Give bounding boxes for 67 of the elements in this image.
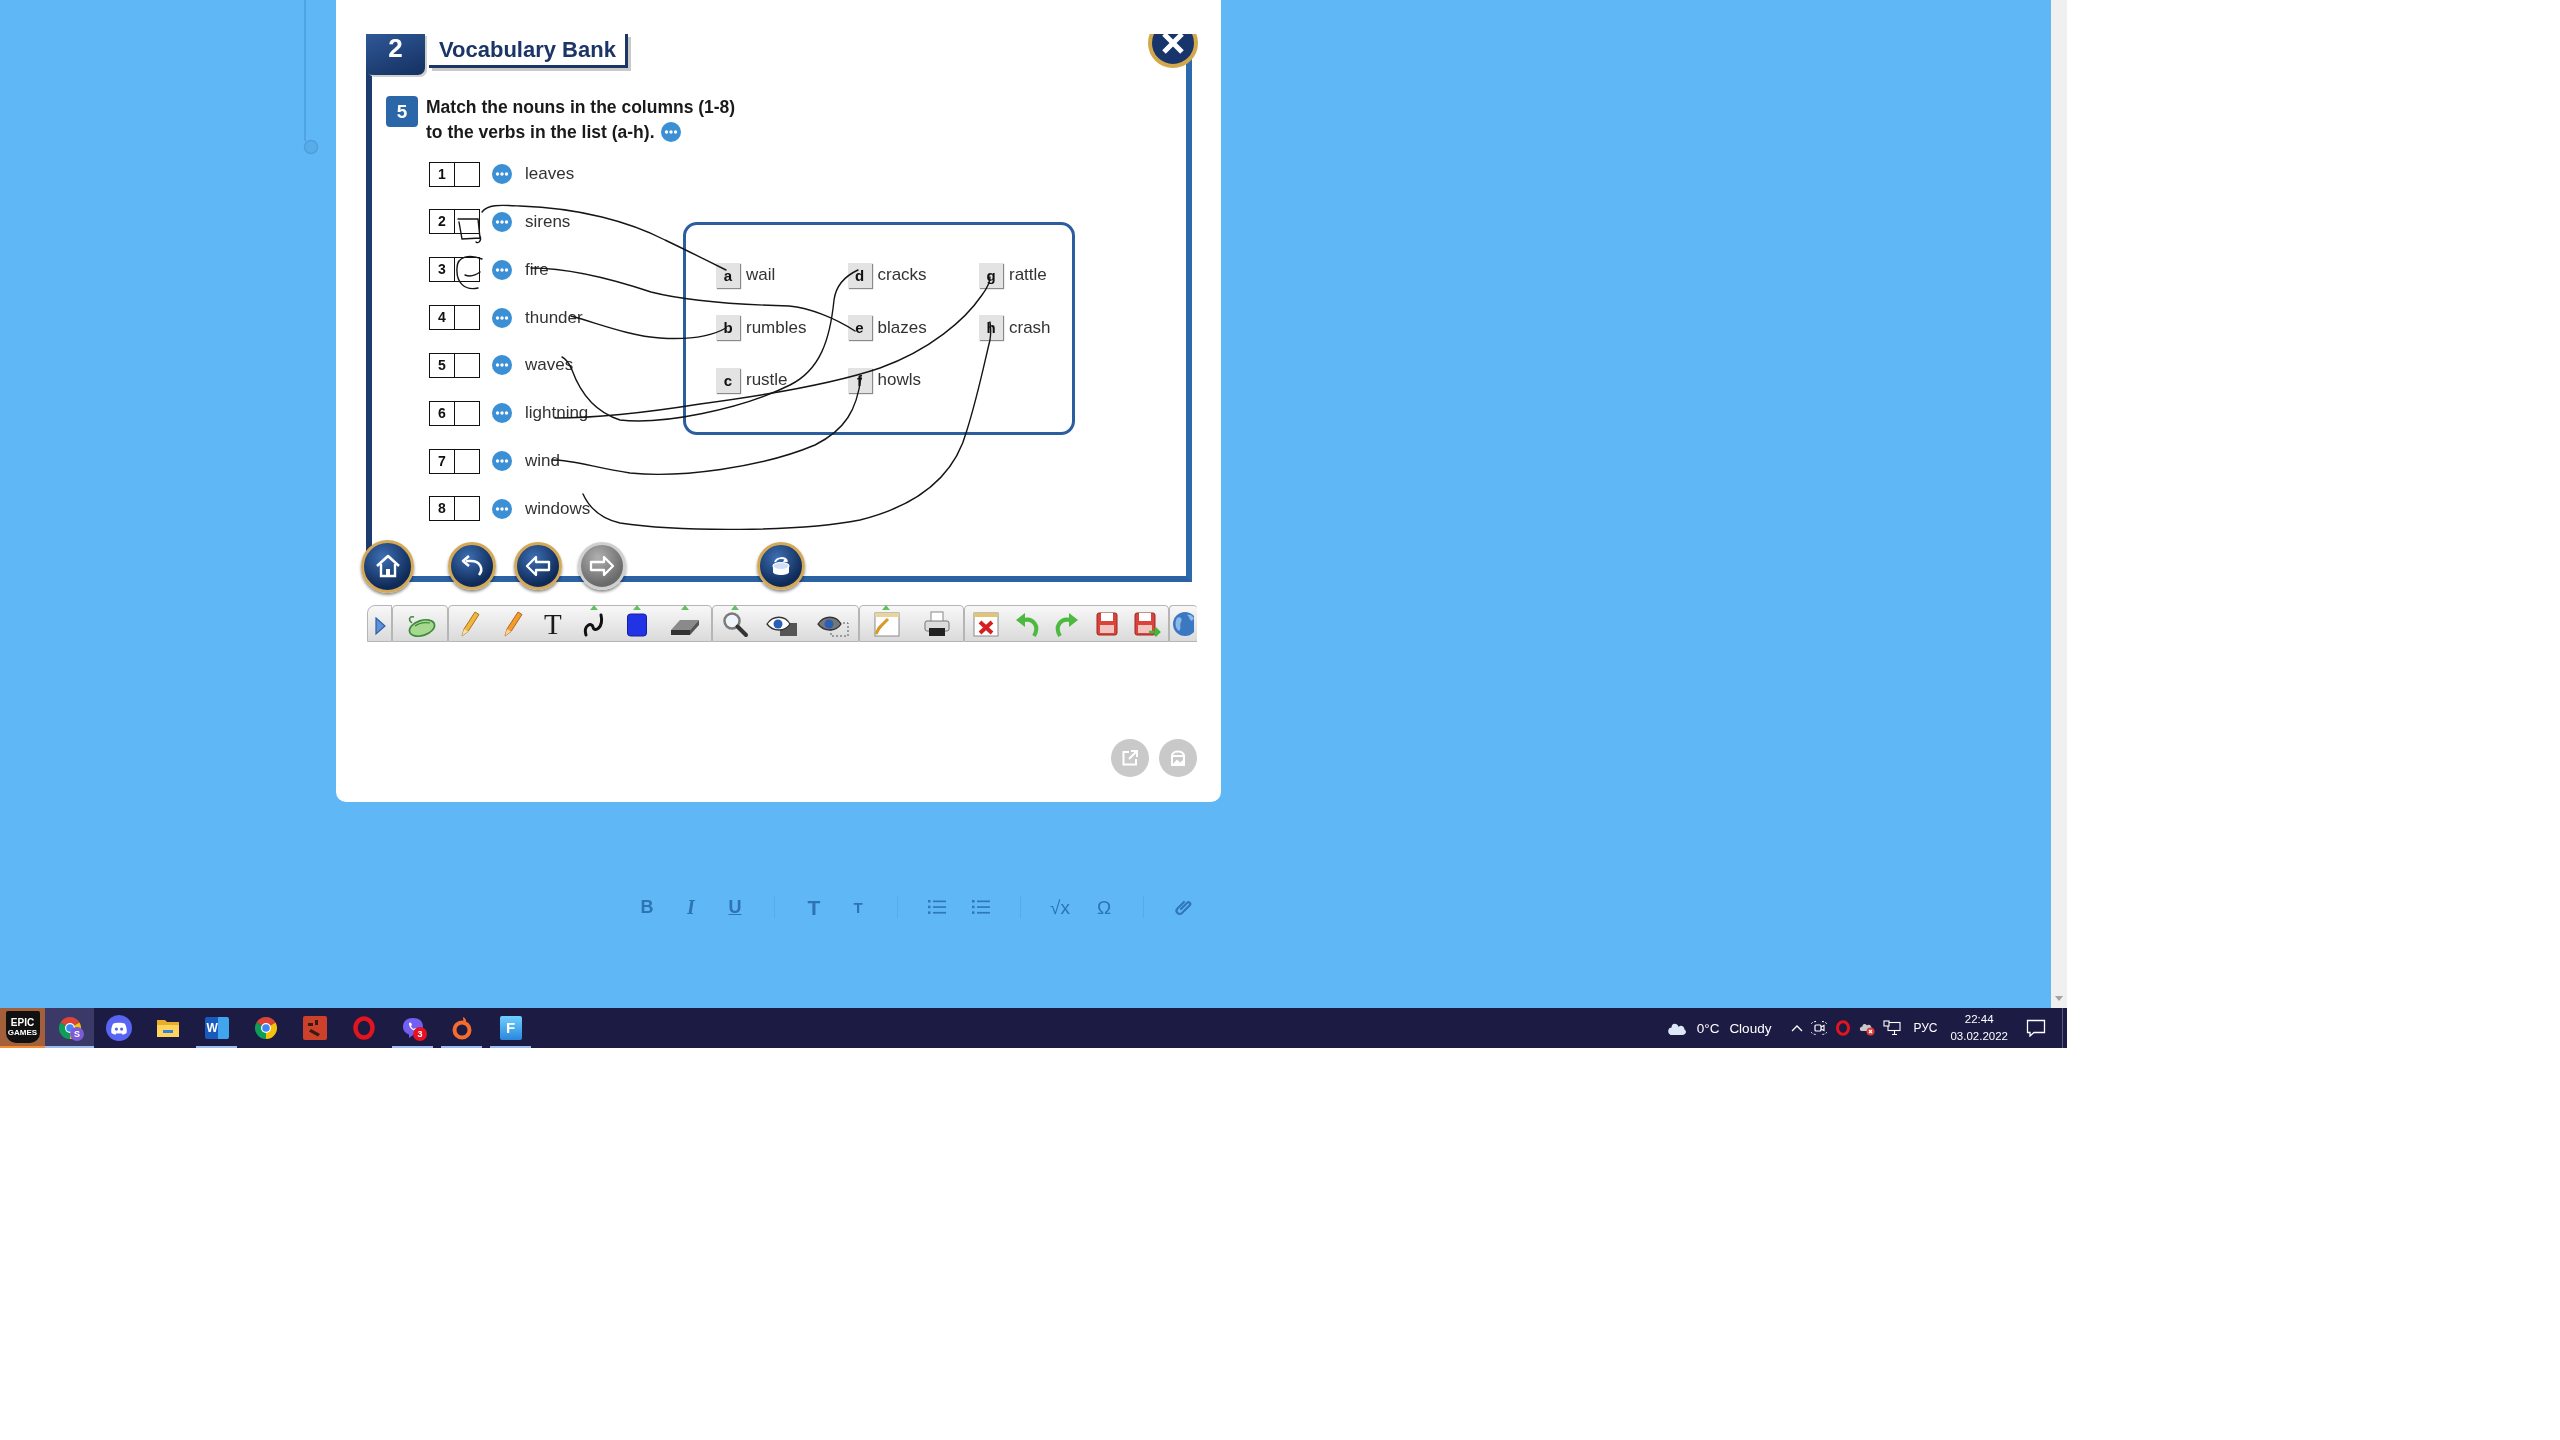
- clock-date[interactable]: 03.02.2022: [1950, 1028, 2008, 1045]
- taskbar-app-button[interactable]: W: [192, 1008, 241, 1048]
- notification-icon[interactable]: [2026, 1019, 2046, 1037]
- marker-icon[interactable]: [501, 610, 524, 638]
- controller-face-icon: [105, 1015, 132, 1041]
- document-logo: W: [204, 1017, 229, 1039]
- ellipsis-icon[interactable]: [660, 122, 681, 142]
- taskbar-app-button[interactable]: S: [45, 1008, 94, 1048]
- home-button[interactable]: [361, 539, 414, 593]
- reset-button[interactable]: [757, 542, 805, 590]
- close-button[interactable]: [1148, 34, 1198, 68]
- number-cell: 8: [429, 496, 455, 522]
- eye-dashed-frame-icon[interactable]: [815, 614, 850, 638]
- previous-button[interactable]: [514, 542, 562, 590]
- weather-text[interactable]: Cloudy: [1729, 1020, 1772, 1036]
- task-number-badge: 5: [386, 96, 418, 127]
- verb-word: rattle: [1009, 265, 1047, 285]
- magnifier-icon[interactable]: [721, 610, 750, 638]
- flame-ring-icon: [450, 1016, 473, 1040]
- square-logo-icon: [302, 1016, 327, 1040]
- arrow-left-icon: [525, 555, 551, 577]
- eye-screen-icon[interactable]: [765, 614, 800, 638]
- folder-icon: [155, 1018, 180, 1038]
- printer-icon[interactable]: [922, 610, 953, 638]
- pencil-icon[interactable]: [459, 610, 482, 638]
- ring-logo-icon: [352, 1016, 375, 1040]
- noun-word: leaves: [525, 164, 575, 184]
- number-cell: 2: [429, 209, 455, 235]
- answer-box[interactable]: [455, 161, 480, 187]
- number-cell: 7: [429, 448, 455, 474]
- language-indicator[interactable]: РУС: [1913, 1021, 1938, 1035]
- number-cell: 5: [429, 352, 455, 378]
- task-instruction: Match the nouns in the columns (1-8): [426, 96, 736, 118]
- number-cell: 6: [429, 400, 455, 426]
- external-link-icon: [1121, 749, 1139, 767]
- unit-number-badge: 2: [366, 34, 425, 75]
- temperature-text[interactable]: 0°C: [1696, 1020, 1720, 1036]
- unit-title: Vocabulary Bank: [429, 34, 628, 68]
- number-cell: 4: [429, 305, 455, 331]
- ring-logo-icon[interactable]: [1835, 1020, 1852, 1036]
- window-cross-icon[interactable]: [971, 610, 1002, 638]
- floppy-disk-arrow-icon[interactable]: [1131, 610, 1162, 638]
- clock-time[interactable]: 22:44: [1964, 1011, 1994, 1028]
- video-camera-icon[interactable]: [1811, 1020, 1828, 1036]
- profile-badge: S: [70, 1027, 84, 1041]
- verb-word: crash: [1009, 317, 1051, 338]
- ellipsis-icon[interactable]: [492, 164, 512, 184]
- curved-arrow-icon: [459, 554, 485, 578]
- arrow-right-icon: [589, 555, 615, 577]
- close-icon: [1148, 34, 1198, 68]
- number-cell: 3: [429, 257, 455, 283]
- letter-tile-logo: F: [499, 1016, 522, 1040]
- chevron-up-icon[interactable]: [1791, 1024, 1804, 1032]
- notification-badge: 3: [413, 1027, 427, 1041]
- task-instruction: to the verbs in the list (a-h).: [426, 121, 655, 143]
- network-icon[interactable]: [1883, 1020, 1902, 1036]
- text-tool[interactable]: T: [543, 610, 562, 638]
- triangle-right-icon[interactable]: [372, 614, 387, 638]
- browser-icon: [253, 1016, 278, 1040]
- globe-icon[interactable]: [1170, 610, 1194, 638]
- square-icon[interactable]: [626, 612, 649, 638]
- back-button[interactable]: [448, 542, 496, 590]
- taskbar-app-button[interactable]: 3: [388, 1008, 437, 1048]
- taskbar-app-button[interactable]: F: [486, 1008, 535, 1048]
- number-cell: 1: [429, 161, 455, 187]
- scrollbar[interactable]: [2051, 0, 2067, 1008]
- picture-icon: [1169, 749, 1187, 767]
